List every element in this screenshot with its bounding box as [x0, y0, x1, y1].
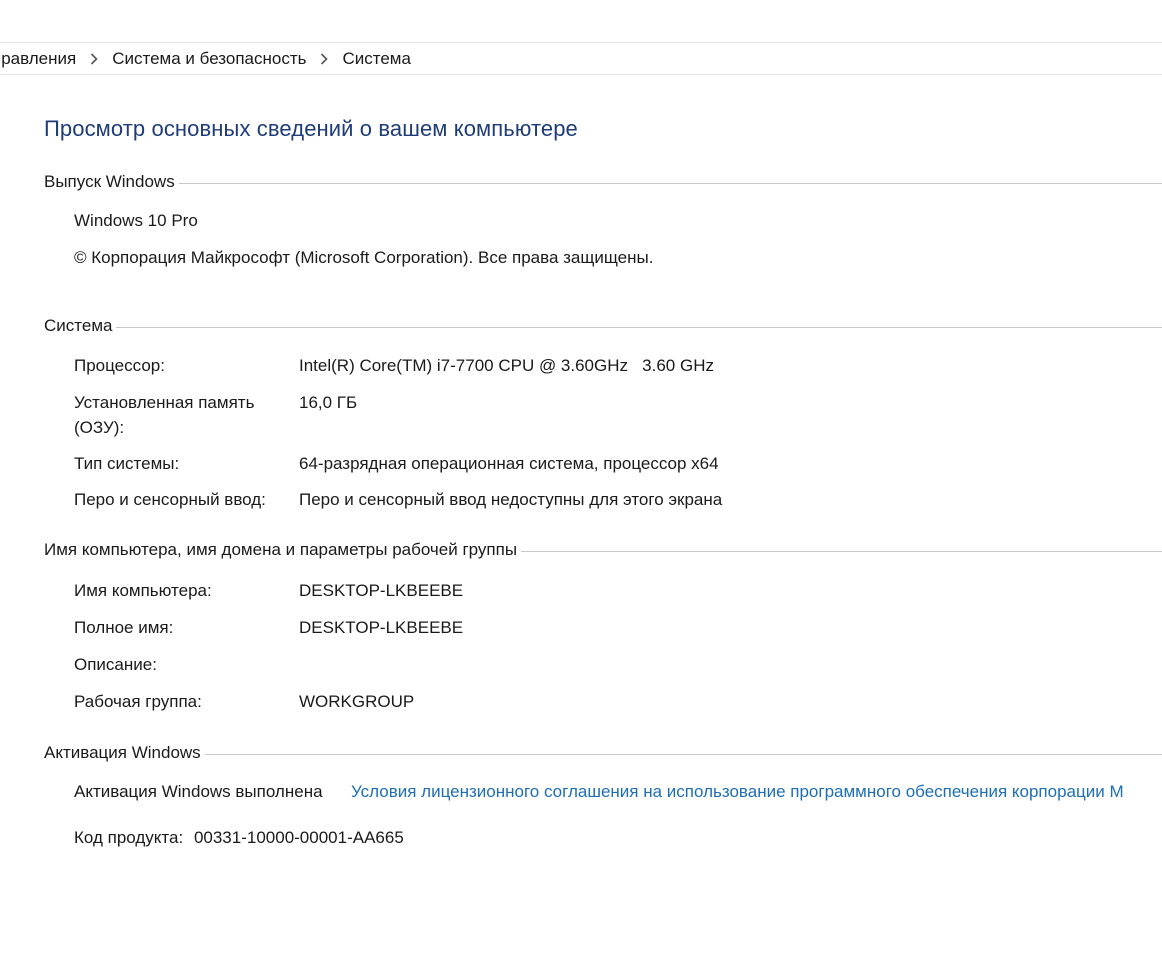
- full-name-label: Полное имя:: [74, 618, 174, 637]
- section-divider: [204, 754, 1162, 755]
- section-divider: [116, 327, 1162, 328]
- full-name-value: DESKTOP-LKBEEBE: [299, 618, 464, 637]
- section-system: Система: [44, 315, 1162, 337]
- product-key-label: Код продукта:: [74, 828, 184, 847]
- computer-name-label: Имя компьютера:: [74, 581, 212, 600]
- memory-value: 16,0 ГБ: [299, 393, 358, 412]
- section-activation: Активация Windows: [44, 742, 1162, 764]
- product-key-value: 00331-10000-00001-AA665: [193, 828, 404, 847]
- section-heading: Выпуск Windows: [44, 172, 175, 191]
- breadcrumb-item-control-panel[interactable]: правления: [0, 49, 78, 69]
- memory-label-line2: (ОЗУ):: [74, 418, 125, 437]
- copyright-text: © Корпорация Майкрософт (Microsoft Corpo…: [74, 248, 654, 267]
- system-properties-page: правления Система и безопасность Система…: [0, 0, 1162, 970]
- breadcrumb-item-security[interactable]: Система и безопасность: [110, 49, 308, 69]
- section-heading: Активация Windows: [44, 743, 201, 762]
- section-heading: Имя компьютера, имя домена и параметры р…: [44, 540, 518, 559]
- address-bar: правления Система и безопасность Система: [0, 42, 1162, 75]
- memory-label: Установленная память (ОЗУ):: [74, 390, 279, 440]
- workgroup-label: Рабочая группа:: [74, 692, 202, 711]
- processor-value: Intel(R) Core(TM) i7-7700 CPU @ 3.60GHz …: [299, 356, 714, 375]
- windows-edition-name: Windows 10 Pro: [74, 211, 198, 230]
- breadcrumb: правления Система и безопасность Система: [0, 43, 413, 74]
- pen-touch-label: Перо и сенсорный ввод:: [74, 490, 266, 509]
- pen-touch-value: Перо и сенсорный ввод недоступны для это…: [299, 490, 723, 509]
- workgroup-value: WORKGROUP: [299, 692, 415, 711]
- section-divider: [521, 551, 1162, 552]
- breadcrumb-item-system[interactable]: Система: [340, 49, 412, 69]
- chevron-right-icon[interactable]: [308, 43, 340, 74]
- processor-label: Процессор:: [74, 356, 165, 375]
- section-heading: Система: [44, 316, 113, 335]
- section-computer-name: Имя компьютера, имя домена и параметры р…: [44, 539, 1162, 561]
- system-type-value: 64-разрядная операционная система, проце…: [299, 454, 719, 473]
- product-key-row: Код продукта: 00331-10000-00001-AA665: [74, 828, 404, 848]
- chevron-right-icon[interactable]: [78, 43, 110, 74]
- description-label: Описание:: [74, 655, 157, 674]
- memory-label-line1: Установленная память: [74, 393, 255, 412]
- system-type-label: Тип системы:: [74, 454, 180, 473]
- computer-name-value: DESKTOP-LKBEEBE: [299, 581, 464, 600]
- page-title: Просмотр основных сведений о вашем компь…: [44, 116, 578, 141]
- section-divider: [178, 183, 1162, 184]
- license-terms-link[interactable]: Условия лицензионного соглашения на испо…: [351, 782, 1124, 802]
- activation-status: Активация Windows выполнена: [74, 782, 323, 801]
- section-windows-edition: Выпуск Windows: [44, 171, 1162, 193]
